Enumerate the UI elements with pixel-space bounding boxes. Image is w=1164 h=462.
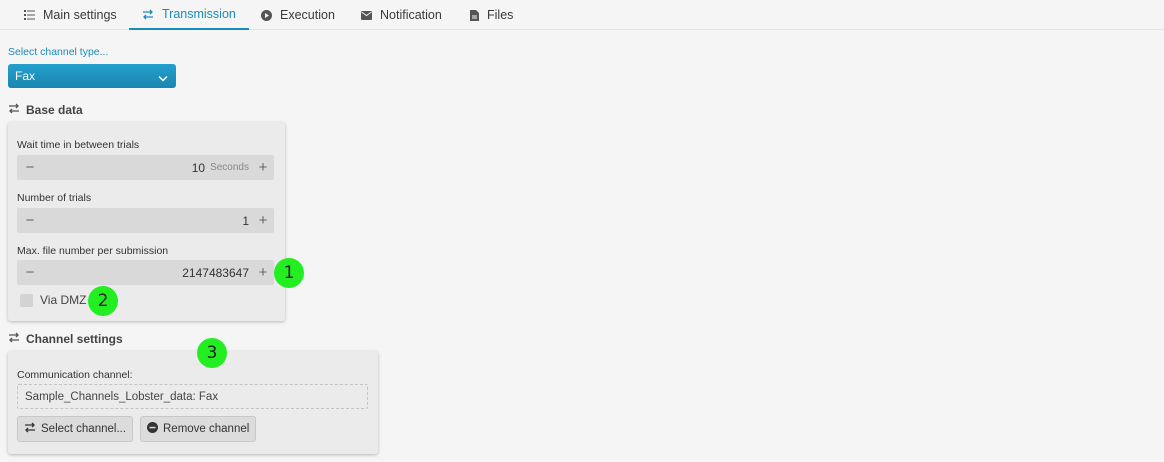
trials-stepper[interactable]: − 1 +	[17, 208, 274, 233]
channel-type-select[interactable]: Fax	[8, 64, 176, 88]
decrement-button[interactable]: −	[20, 155, 40, 180]
increment-button[interactable]: +	[253, 155, 273, 180]
tab-label: Files	[487, 8, 514, 22]
select-channel-label: Select channel...	[41, 423, 127, 435]
via-dmz-label: Via DMZ	[40, 293, 87, 307]
transfer-icon	[24, 422, 36, 436]
wait-time-value: 10	[191, 160, 206, 175]
chevron-down-icon	[158, 71, 168, 85]
wait-time-unit: Seconds	[210, 162, 249, 173]
remove-channel-button[interactable]: Remove channel	[140, 416, 257, 442]
via-dmz-checkbox[interactable]	[20, 293, 33, 307]
tab-bar: Main settings Transmission Execution Not…	[0, 0, 1164, 30]
channel-settings-header: Channel settings	[8, 332, 123, 346]
tab-label: Notification	[380, 8, 442, 22]
decrement-button[interactable]: −	[20, 260, 40, 285]
transfer-icon	[142, 9, 154, 20]
annotation-badge-1: 1	[274, 258, 304, 288]
wait-time-value-group: 10 Seconds	[192, 155, 249, 180]
max-files-label: Max. file number per submission	[17, 245, 169, 257]
trials-label: Number of trials	[17, 192, 92, 204]
max-files-value-group: 2147483647	[182, 260, 249, 285]
play-icon	[261, 9, 272, 21]
base-data-title: Base data	[26, 103, 83, 117]
channel-type-label: Select channel type...	[8, 46, 109, 58]
base-data-header: Base data	[8, 103, 83, 117]
tab-main-settings[interactable]: Main settings	[24, 0, 117, 30]
minus-circle-icon	[147, 422, 158, 436]
increment-button[interactable]: +	[253, 260, 273, 285]
mail-icon	[361, 10, 372, 20]
annotation-badge-3: 3	[197, 338, 227, 368]
tab-execution[interactable]: Execution	[261, 0, 335, 30]
via-dmz-row: Via DMZ	[20, 293, 86, 307]
communication-channel-field[interactable]: Sample_Channels_Lobster_data: Fax	[17, 384, 368, 409]
tab-files[interactable]: Files	[470, 0, 513, 30]
tab-transmission[interactable]: Transmission	[129, 0, 249, 30]
tab-label: Main settings	[43, 8, 117, 22]
communication-channel-label: Communication channel:	[17, 369, 133, 381]
transfer-icon	[8, 332, 20, 346]
decrement-button[interactable]: −	[20, 208, 40, 233]
tab-notification[interactable]: Notification	[361, 0, 442, 30]
annotation-badge-2: 2	[88, 286, 118, 316]
tab-label: Transmission	[162, 7, 236, 21]
trials-value: 1	[242, 213, 249, 228]
wait-time-label: Wait time in between trials	[17, 139, 140, 151]
select-channel-button[interactable]: Select channel...	[17, 416, 134, 442]
wait-time-stepper[interactable]: − 10 Seconds +	[17, 155, 274, 180]
channel-settings-title: Channel settings	[26, 332, 123, 346]
trials-value-group: 1	[242, 208, 249, 233]
file-icon	[470, 9, 479, 21]
remove-channel-label: Remove channel	[163, 423, 250, 435]
channel-type-value: Fax	[15, 69, 36, 83]
max-files-value: 2147483647	[182, 265, 249, 280]
tab-label: Execution	[280, 8, 335, 22]
increment-button[interactable]: +	[253, 208, 273, 233]
max-files-stepper[interactable]: − 2147483647 +	[17, 260, 274, 285]
list-icon	[24, 10, 35, 20]
transfer-icon	[8, 103, 20, 117]
